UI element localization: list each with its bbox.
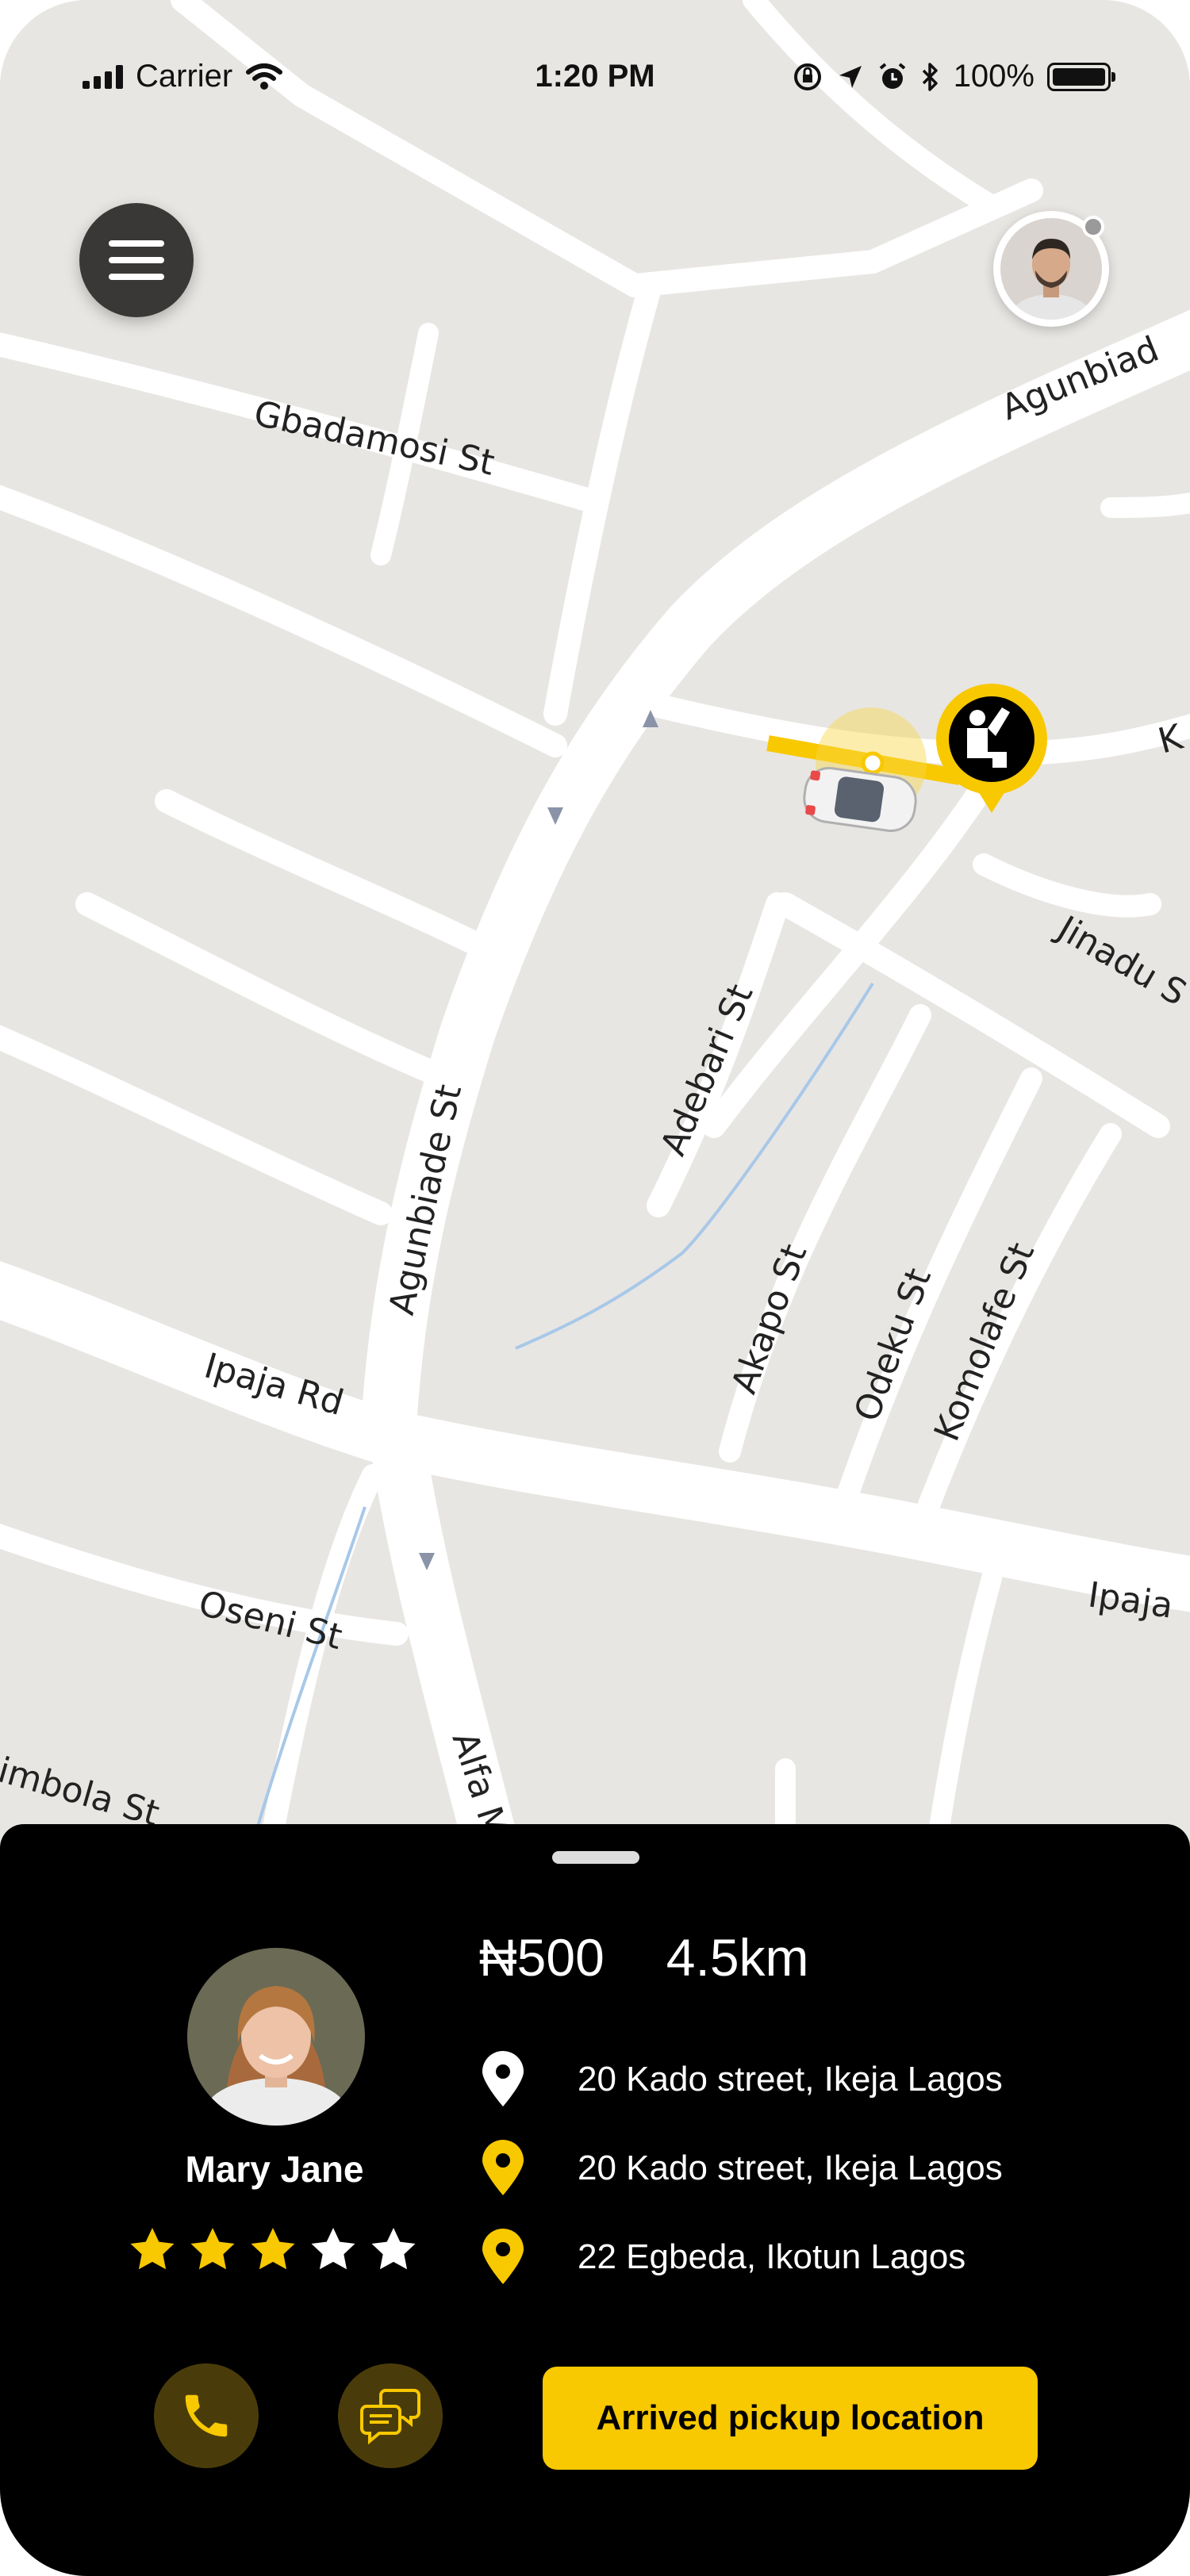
hamburger-menu-icon[interactable] <box>79 203 194 317</box>
profile-avatar[interactable] <box>993 211 1109 327</box>
sheet-handle[interactable] <box>552 1851 639 1864</box>
address-text: 22 Egbeda, Ikotun Lagos <box>578 2237 966 2276</box>
battery-icon <box>1047 62 1115 91</box>
trip-sheet: Mary Jane ₦500 4.5km 20 Kado street, Ike… <box>0 1824 1190 2576</box>
phone-icon <box>185 2394 228 2437</box>
phone-screen: Agunbiad Gbadamosi St K Jinadu S Adebari… <box>0 0 1190 2576</box>
call-button[interactable] <box>154 2363 259 2468</box>
battery-fill <box>1053 67 1105 86</box>
address-row: 20 Kado street, Ikeja Lagos <box>479 2140 1003 2197</box>
location-arrow-icon <box>839 65 862 88</box>
status-right: 100% <box>792 59 1115 94</box>
rotation-lock-icon <box>793 63 821 90</box>
address-row: 20 Kado street, Ikeja Lagos <box>479 2051 1003 2108</box>
fare-summary: ₦500 4.5km <box>479 1927 809 1988</box>
chat-bubbles-icon <box>360 2389 420 2445</box>
driver-name: Mary Jane <box>185 2149 364 2190</box>
trip-distance: 4.5km <box>666 1928 809 1987</box>
battery-percent: 100% <box>953 59 1035 94</box>
arrived-pickup-button[interactable]: Arrived pickup location <box>543 2367 1038 2470</box>
driver-avatar[interactable] <box>187 1948 365 2126</box>
star-filled-icon <box>251 2228 295 2270</box>
driver-rating <box>127 2225 419 2275</box>
star-empty-icon <box>371 2228 416 2270</box>
location-pin-icon <box>482 2140 524 2195</box>
chat-button[interactable] <box>338 2363 443 2468</box>
address-text: 20 Kado street, Ikeja Lagos <box>578 2060 1003 2099</box>
fare-amount: ₦500 <box>479 1928 605 1987</box>
location-pin-icon <box>482 2051 524 2106</box>
star-empty-icon <box>311 2228 355 2270</box>
online-status-dot <box>1082 216 1104 238</box>
address-text: 20 Kado street, Ikeja Lagos <box>578 2149 1003 2187</box>
address-row: 22 Egbeda, Ikotun Lagos <box>479 2229 965 2286</box>
alarm-icon <box>879 62 905 89</box>
bluetooth-icon <box>922 62 938 91</box>
star-filled-icon <box>130 2228 175 2270</box>
location-pin-icon <box>482 2229 524 2284</box>
star-filled-icon <box>190 2228 235 2270</box>
status-bar: Carrier 1:20 PM 100% <box>0 0 1190 159</box>
